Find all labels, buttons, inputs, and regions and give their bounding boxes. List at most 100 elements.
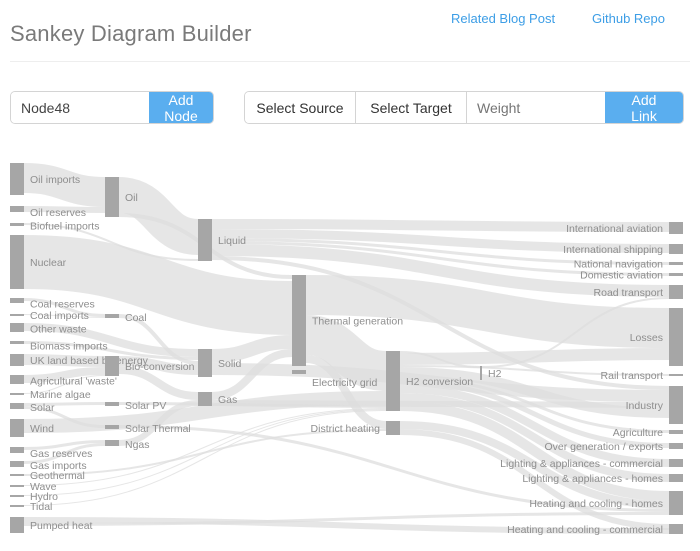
sankey-node-intl-aviation[interactable] bbox=[669, 222, 683, 234]
sankey-node-agriculture[interactable] bbox=[669, 430, 683, 434]
sankey-node-solar-src[interactable] bbox=[10, 403, 24, 409]
sankey-node-label-industry: Industry bbox=[626, 400, 664, 412]
select-source-button[interactable]: Select Source bbox=[245, 92, 356, 123]
sankey-node-electricity-grid[interactable] bbox=[292, 370, 306, 374]
sankey-node-geothermal[interactable] bbox=[10, 474, 24, 476]
sankey-node-wave[interactable] bbox=[10, 485, 24, 487]
sankey-diagram[interactable]: Oil imports Oil reserves Biofuel imports Nu… bbox=[0, 150, 700, 551]
sankey-node-hydro[interactable] bbox=[10, 495, 24, 497]
sankey-node-solid[interactable] bbox=[198, 349, 212, 377]
sankey-node-coal[interactable] bbox=[105, 314, 119, 318]
sankey-node-losses[interactable] bbox=[669, 308, 683, 366]
sankey-node-bio-conversion[interactable] bbox=[105, 356, 119, 376]
sankey-node-tidal[interactable] bbox=[10, 505, 24, 507]
sankey-node-solar-thermal[interactable] bbox=[105, 425, 119, 429]
sankey-node-oil-reserves[interactable] bbox=[10, 206, 24, 212]
sankey-node-label-h2: H2 bbox=[488, 368, 502, 380]
sankey-node-label-nuclear: Nuclear bbox=[30, 257, 67, 269]
sankey-node-biofuel-imports[interactable] bbox=[10, 223, 24, 226]
github-repo-link[interactable]: Github Repo bbox=[592, 11, 665, 26]
sankey-node-label-heating-commercial: Heating and cooling - commercial bbox=[507, 524, 663, 536]
sankey-node-thermal-gen[interactable] bbox=[292, 275, 306, 366]
sankey-node-marine-algae[interactable] bbox=[10, 393, 24, 395]
sankey-node-label-pumped-heat: Pumped heat bbox=[30, 520, 93, 532]
sankey-node-label-losses: Losses bbox=[630, 332, 663, 344]
sankey-node-road-transport[interactable] bbox=[669, 285, 683, 299]
sankey-node-other-waste[interactable] bbox=[10, 323, 24, 332]
sankey-node-label-thermal-gen: Thermal generation bbox=[312, 316, 403, 328]
sankey-node-label-coal-imports: Coal imports bbox=[30, 310, 89, 322]
sankey-node-lighting-commercial[interactable] bbox=[669, 459, 683, 467]
sankey-node-lighting-homes[interactable] bbox=[669, 474, 683, 482]
sankey-node-label-oil-reserves: Oil reserves bbox=[30, 207, 86, 219]
sankey-node-coal-imports[interactable] bbox=[10, 314, 24, 316]
sankey-node-label-ngas: Ngas bbox=[125, 439, 150, 451]
page-title: Sankey Diagram Builder bbox=[10, 20, 252, 46]
add-link-button[interactable]: Add Link bbox=[605, 92, 683, 123]
sankey-node-h2-conversion[interactable] bbox=[386, 351, 400, 411]
sankey-node-label-wind: Wind bbox=[30, 423, 54, 435]
sankey-node-label-intl-aviation: International aviation bbox=[566, 223, 663, 235]
sankey-node-industry[interactable] bbox=[669, 386, 683, 424]
sankey-node-label-ag-waste: Agricultural 'waste' bbox=[30, 376, 117, 388]
weight-input[interactable] bbox=[467, 92, 605, 123]
sankey-node-pumped-heat[interactable] bbox=[10, 517, 24, 533]
add-node-button[interactable]: Add Node bbox=[149, 92, 213, 123]
sankey-node-liquid[interactable] bbox=[198, 219, 212, 261]
sankey-node-label-rail-transport: Rail transport bbox=[601, 370, 664, 382]
sankey-node-ag-waste[interactable] bbox=[10, 375, 24, 384]
sankey-node-label-road-transport: Road transport bbox=[594, 287, 664, 299]
sankey-node-label-heating-homes: Heating and cooling - homes bbox=[529, 498, 663, 510]
sankey-node-label-intl-shipping: International shipping bbox=[563, 244, 663, 256]
sankey-node-ngas[interactable] bbox=[105, 440, 119, 446]
sankey-node-wind[interactable] bbox=[10, 419, 24, 437]
sankey-node-label-lighting-homes: Lighting & appliances - homes bbox=[522, 473, 663, 485]
sankey-node-uk-land[interactable] bbox=[10, 354, 24, 366]
sankey-node-label-domestic-aviation: Domestic aviation bbox=[580, 270, 663, 282]
header-divider bbox=[10, 61, 690, 62]
sankey-node-oil[interactable] bbox=[105, 177, 119, 217]
node-name-input[interactable] bbox=[11, 92, 149, 123]
sankey-node-domestic-aviation[interactable] bbox=[669, 273, 683, 276]
sankey-node-oil-imports[interactable] bbox=[10, 163, 24, 195]
sankey-node-label-gas: Gas bbox=[218, 394, 237, 406]
sankey-node-label-agriculture: Agriculture bbox=[613, 427, 663, 439]
sankey-node-national-nav[interactable] bbox=[669, 262, 683, 265]
sankey-node-solar-pv[interactable] bbox=[105, 402, 119, 406]
sankey-node-gas-imports[interactable] bbox=[10, 461, 24, 467]
sankey-node-label-biomass-imports: Biomass imports bbox=[30, 341, 108, 353]
select-target-button[interactable]: Select Target bbox=[356, 92, 467, 123]
sankey-node-coal-reserves[interactable] bbox=[10, 298, 24, 303]
sankey-link-h2-conversion-to-losses[interactable] bbox=[399, 348, 670, 365]
sankey-node-label-h2-conversion: H2 conversion bbox=[406, 376, 473, 388]
sankey-node-label-gas-reserves: Gas reserves bbox=[30, 448, 92, 460]
sankey-node-label-marine-algae: Marine algae bbox=[30, 389, 91, 401]
sankey-node-label-solar-pv: Solar PV bbox=[125, 400, 166, 412]
sankey-node-label-oil-imports: Oil imports bbox=[30, 174, 80, 186]
sankey-node-biomass-imports[interactable] bbox=[10, 341, 24, 344]
related-blog-post-link[interactable]: Related Blog Post bbox=[451, 11, 555, 26]
sankey-node-label-bio-conversion: Bio-conversion bbox=[125, 361, 195, 373]
sankey-node-heating-homes[interactable] bbox=[669, 491, 683, 515]
sankey-node-label-district-heating: District heating bbox=[311, 423, 381, 435]
sankey-node-nuclear[interactable] bbox=[10, 235, 24, 289]
sankey-node-heating-commercial[interactable] bbox=[669, 524, 683, 534]
add-link-form: Select Source Select Target Add Link bbox=[244, 91, 684, 124]
sankey-node-rail-transport[interactable] bbox=[669, 374, 683, 376]
sankey-node-gas[interactable] bbox=[198, 392, 212, 406]
sankey-node-gas-reserves[interactable] bbox=[10, 447, 24, 453]
sankey-node-label-biofuel-imports: Biofuel imports bbox=[30, 221, 99, 233]
sankey-node-label-oil: Oil bbox=[125, 192, 138, 204]
sankey-node-label-coal: Coal bbox=[125, 312, 147, 324]
sankey-node-label-tidal: Tidal bbox=[30, 501, 52, 513]
sankey-node-over-generation[interactable] bbox=[669, 443, 683, 449]
sankey-node-label-lighting-commercial: Lighting & appliances - commercial bbox=[500, 458, 663, 470]
sankey-node-label-other-waste: Other waste bbox=[30, 324, 87, 336]
sankey-node-label-solid: Solid bbox=[218, 358, 242, 370]
sankey-node-label-coal-reserves: Coal reserves bbox=[30, 299, 95, 311]
sankey-node-h2[interactable] bbox=[480, 366, 482, 380]
sankey-node-label-solar-thermal: Solar Thermal bbox=[125, 423, 191, 435]
sankey-node-district-heating[interactable] bbox=[386, 421, 400, 435]
sankey-node-label-liquid: Liquid bbox=[218, 235, 246, 247]
sankey-node-intl-shipping[interactable] bbox=[669, 244, 683, 254]
